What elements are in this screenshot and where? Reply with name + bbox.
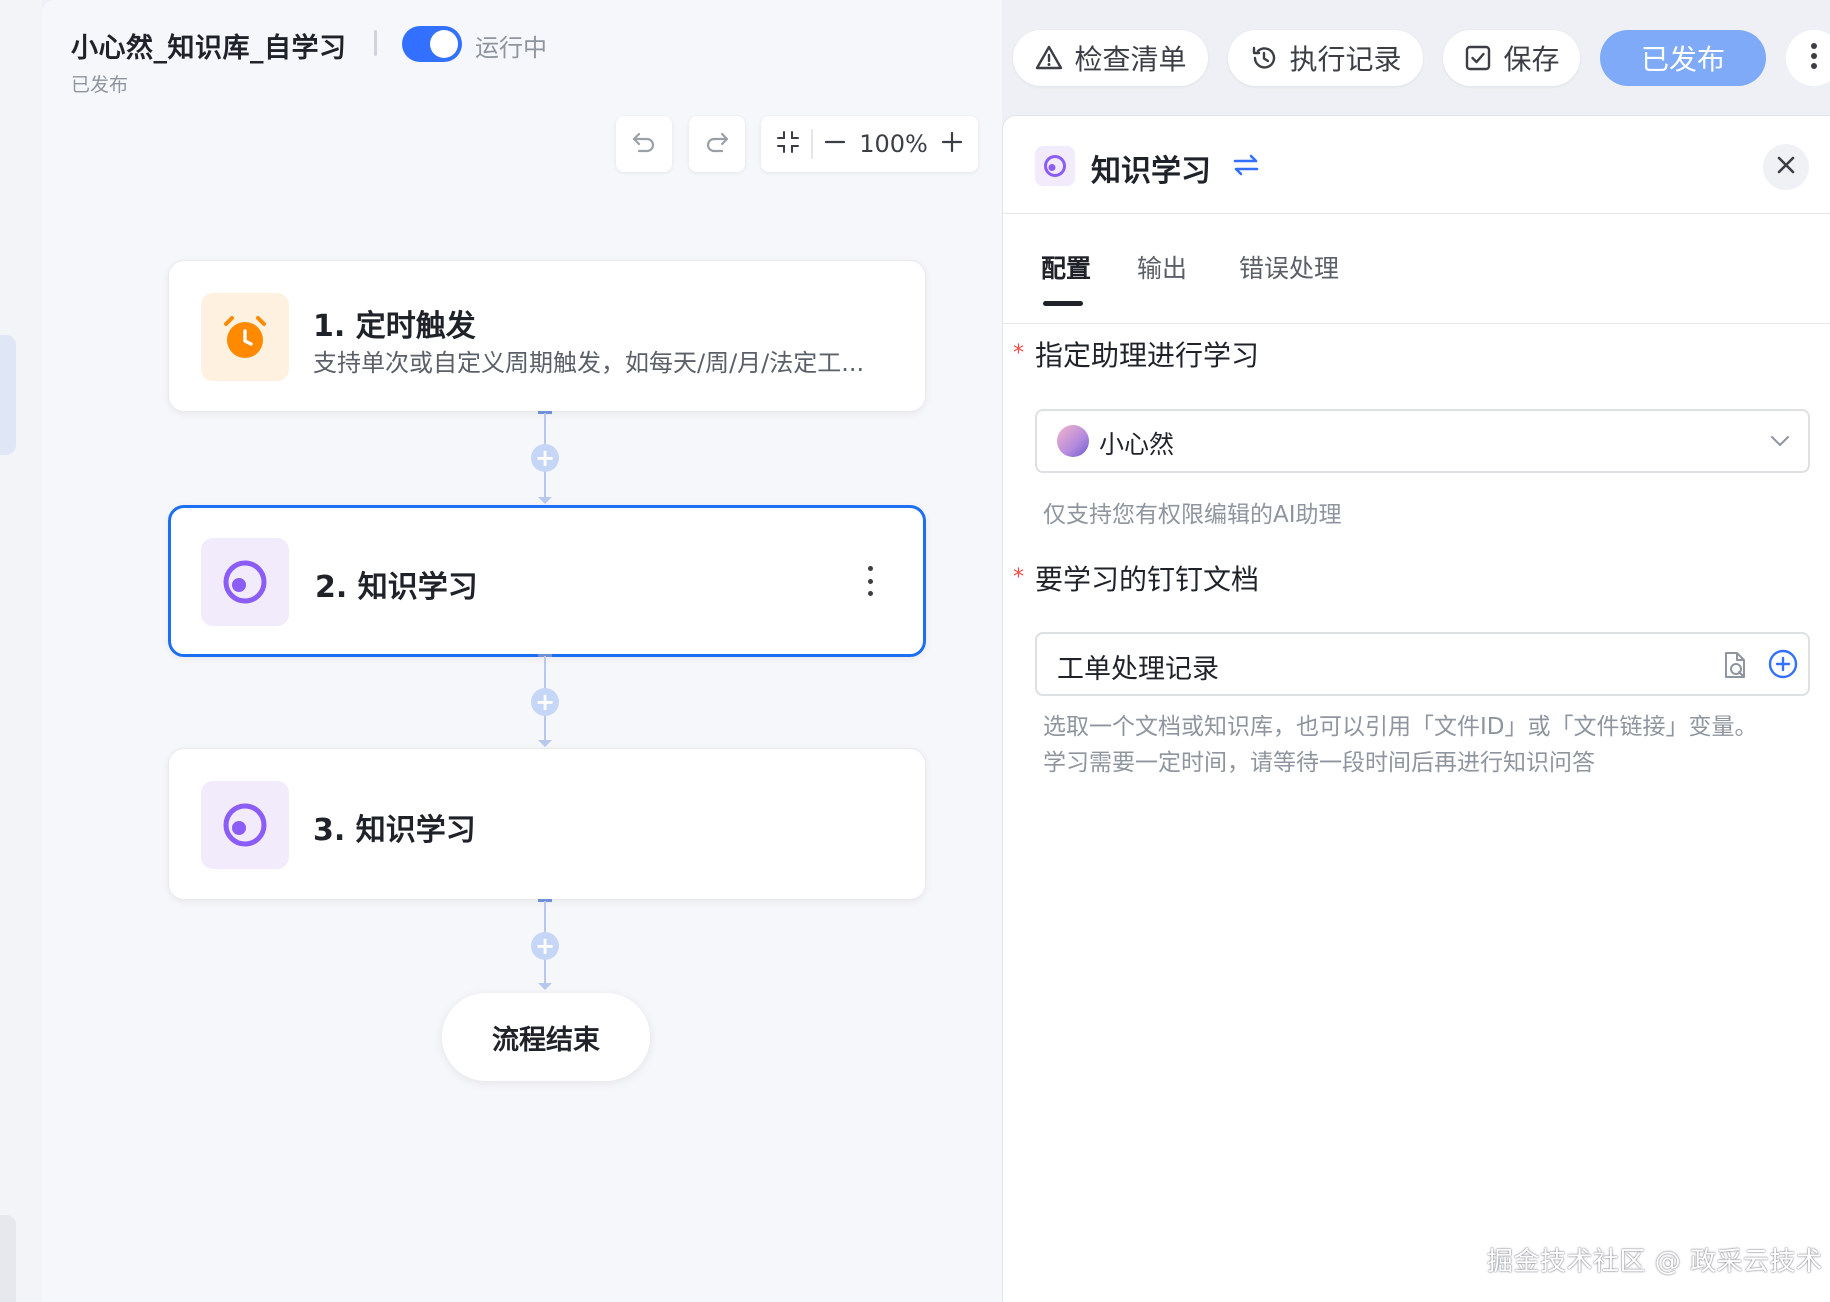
flow-end-node[interactable]: 流程结束 xyxy=(442,993,650,1081)
sidebar-bottom-indicator xyxy=(0,1215,16,1302)
flow-node-timer-trigger[interactable]: 1. 定时触发 支持单次或自定义周期触发，如每天/周/月/法定工... xyxy=(168,260,926,412)
zoom-level: 100% xyxy=(859,130,928,158)
undo-button[interactable] xyxy=(616,116,672,172)
assistant-avatar xyxy=(1057,425,1089,457)
add-node-button[interactable]: + xyxy=(531,688,559,716)
fit-view-icon[interactable] xyxy=(775,129,801,159)
run-toggle-label: 运行中 xyxy=(475,34,547,62)
toggle-knob xyxy=(430,30,458,58)
node-config-panel: 知识学习 配置 输出 错误处理 * 指定助理进行学习 小心然 仅支持您有权限编辑… xyxy=(1002,115,1830,1302)
published-button[interactable]: 已发布 xyxy=(1600,30,1766,86)
history-icon xyxy=(1249,43,1279,73)
assistant-select[interactable]: 小心然 xyxy=(1035,409,1810,473)
knowledge-learning-icon xyxy=(1035,146,1075,186)
document-input[interactable]: 工单处理记录 xyxy=(1035,632,1810,696)
connector-arrow xyxy=(538,740,552,747)
zoom-divider xyxy=(811,129,814,159)
panel-tabs xyxy=(1003,214,1830,324)
more-menu-button[interactable] xyxy=(1786,30,1830,86)
execution-log-button[interactable]: 执行记录 xyxy=(1228,30,1423,86)
active-tab-indicator xyxy=(1043,301,1083,306)
checklist-label: 检查清单 xyxy=(1074,43,1187,76)
more-vertical-icon xyxy=(1810,42,1818,74)
close-icon xyxy=(1775,154,1797,180)
warning-icon xyxy=(1034,43,1064,73)
assistant-help-text: 仅支持您有权限编辑的AI助理 xyxy=(1043,502,1342,528)
add-node-button[interactable]: + xyxy=(531,444,559,472)
node-title: 3. 知识学习 xyxy=(313,813,476,848)
document-field-label: 要学习的钉钉文档 xyxy=(1035,563,1260,596)
save-label: 保存 xyxy=(1503,43,1560,76)
node-more-icon[interactable] xyxy=(865,566,875,596)
tab-error-handling[interactable]: 错误处理 xyxy=(1239,249,1339,285)
chevron-down-icon xyxy=(1768,429,1792,457)
node-description: 支持单次或自定义周期触发，如每天/周/月/法定工... xyxy=(313,349,865,377)
connector-arrow xyxy=(538,983,552,990)
assistant-field-label: 指定助理进行学习 xyxy=(1035,339,1260,372)
flow-node-knowledge-learning[interactable]: 3. 知识学习 xyxy=(168,748,926,900)
connector-arrow xyxy=(538,497,552,504)
save-check-icon xyxy=(1463,43,1493,73)
required-asterisk: * xyxy=(1013,341,1024,366)
flow-node-knowledge-learning-selected[interactable]: 2. 知识学习 xyxy=(168,505,926,657)
header-divider xyxy=(374,30,377,56)
app-root: 小心然_知识库_自学习 已发布 运行中 检查清单 执行记录 保存 已发布 100… xyxy=(0,0,1830,1302)
tab-output[interactable]: 输出 xyxy=(1137,249,1187,285)
knowledge-learning-icon xyxy=(201,781,289,869)
add-circle-icon[interactable] xyxy=(1767,648,1799,684)
checklist-button[interactable]: 检查清单 xyxy=(1013,30,1208,86)
undo-icon xyxy=(630,128,658,160)
node-title: 1. 定时触发 xyxy=(313,309,476,344)
assistant-select-value: 小心然 xyxy=(1099,430,1175,459)
zoom-control: 100% xyxy=(761,116,978,172)
zoom-in-icon[interactable] xyxy=(940,130,964,158)
panel-header: 知识学习 xyxy=(1003,116,1830,214)
document-help-text-2: 学习需要一定时间，请等待一段时间后再进行知识问答 xyxy=(1043,750,1595,776)
required-asterisk: * xyxy=(1013,565,1024,590)
add-node-button[interactable]: + xyxy=(531,932,559,960)
watermark: 掘金技术社区 @ 政采云技术 xyxy=(1487,1247,1823,1277)
document-input-value: 工单处理记录 xyxy=(1057,654,1219,685)
sidebar-active-indicator[interactable] xyxy=(0,335,16,455)
left-sidebar-strip xyxy=(0,0,42,1302)
swap-node-icon[interactable] xyxy=(1231,150,1261,184)
redo-icon xyxy=(703,128,731,160)
document-link-icon[interactable] xyxy=(1721,650,1749,684)
knowledge-learning-icon xyxy=(201,538,289,626)
zoom-out-icon[interactable] xyxy=(823,130,847,158)
redo-button[interactable] xyxy=(689,116,745,172)
alarm-clock-icon xyxy=(201,293,289,381)
document-help-text-1: 选取一个文档或知识库，也可以引用「文件ID」或「文件链接」变量。 xyxy=(1043,714,1758,740)
tab-config[interactable]: 配置 xyxy=(1041,249,1091,285)
page-title: 小心然_知识库_自学习 xyxy=(71,33,347,64)
close-panel-button[interactable] xyxy=(1763,144,1809,190)
node-title: 2. 知识学习 xyxy=(315,570,478,605)
publish-status: 已发布 xyxy=(71,74,129,96)
execution-log-label: 执行记录 xyxy=(1289,43,1402,76)
run-toggle[interactable] xyxy=(402,26,462,62)
panel-title: 知识学习 xyxy=(1091,154,1211,189)
save-button[interactable]: 保存 xyxy=(1443,30,1580,86)
